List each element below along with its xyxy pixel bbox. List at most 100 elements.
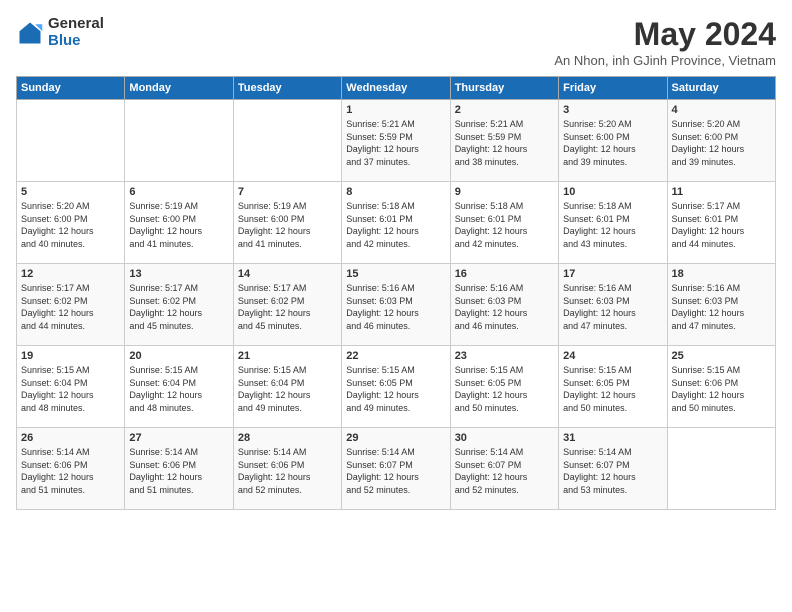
calendar-cell: 1 Sunrise: 5:21 AM Sunset: 5:59 PM Daylig… bbox=[342, 100, 450, 182]
day-number: 18 bbox=[672, 268, 771, 280]
header-friday: Friday bbox=[559, 77, 667, 100]
header-thursday: Thursday bbox=[450, 77, 558, 100]
day-number: 25 bbox=[672, 350, 771, 362]
calendar-row-4: 19 Sunrise: 5:15 AM Sunset: 6:04 PM Dayli… bbox=[17, 346, 776, 428]
day-number: 29 bbox=[346, 432, 445, 444]
calendar-cell: 30 Sunrise: 5:14 AM Sunset: 6:07 PM Dayli… bbox=[450, 428, 558, 510]
calendar-cell: 2Sunrise: 5:21 AM Sunset: 5:59 PM Daylig… bbox=[450, 100, 558, 182]
calendar-row-3: 12 Sunrise: 5:17 AM Sunset: 6:02 PM Dayli… bbox=[17, 264, 776, 346]
logo-general: General bbox=[48, 16, 104, 33]
day-number: 22 bbox=[346, 350, 445, 362]
header-sunday: Sunday bbox=[17, 77, 125, 100]
calendar-cell: 28 Sunrise: 5:14 AM Sunset: 6:06 PM Dayli… bbox=[233, 428, 341, 510]
calendar-cell: 29 Sunrise: 5:14 AM Sunset: 6:07 PM Dayli… bbox=[342, 428, 450, 510]
calendar-cell: 16 Sunrise: 5:16 AM Sunset: 6:03 PM Dayli… bbox=[450, 264, 558, 346]
logo-text: General Blue bbox=[48, 16, 104, 49]
calendar-cell: 3 Sunrise: 5:20 AM Sunset: 6:00 PM Daylig… bbox=[559, 100, 667, 182]
calendar-subtitle: An Nhon, inh GJinh Province, Vietnam bbox=[554, 53, 776, 68]
calendar-cell: 25 Sunrise: 5:15 AM Sunset: 6:06 PM Dayli… bbox=[667, 346, 775, 428]
calendar-cell: 17Sunrise: 5:16 AM Sunset: 6:03 PM Dayli… bbox=[559, 264, 667, 346]
day-number: 6 bbox=[129, 186, 228, 198]
day-info: Sunrise: 5:19 AM Sunset: 6:00 PM Dayligh… bbox=[129, 200, 228, 250]
calendar-cell: 19 Sunrise: 5:15 AM Sunset: 6:04 PM Dayli… bbox=[17, 346, 125, 428]
day-info: Sunrise: 5:15 AM Sunset: 6:04 PM Dayligh… bbox=[238, 364, 337, 414]
day-info: Sunrise: 5:17 AM Sunset: 6:01 PM Dayligh… bbox=[672, 200, 771, 250]
day-number: 9 bbox=[455, 186, 554, 198]
day-number: 15 bbox=[346, 268, 445, 280]
day-info: Sunrise: 5:14 AM Sunset: 6:07 PM Dayligh… bbox=[563, 446, 662, 496]
day-number: 4 bbox=[672, 104, 771, 116]
calendar-cell: 4Sunrise: 5:20 AM Sunset: 6:00 PM Daylig… bbox=[667, 100, 775, 182]
day-info: Sunrise: 5:14 AM Sunset: 6:06 PM Dayligh… bbox=[129, 446, 228, 496]
day-number: 1 bbox=[346, 104, 445, 116]
day-info: Sunrise: 5:14 AM Sunset: 6:06 PM Dayligh… bbox=[21, 446, 120, 496]
day-number: 16 bbox=[455, 268, 554, 280]
day-info: Sunrise: 5:15 AM Sunset: 6:04 PM Dayligh… bbox=[21, 364, 120, 414]
day-info: Sunrise: 5:18 AM Sunset: 6:01 PM Dayligh… bbox=[455, 200, 554, 250]
calendar-row-2: 5Sunrise: 5:20 AM Sunset: 6:00 PM Daylig… bbox=[17, 182, 776, 264]
calendar-cell bbox=[17, 100, 125, 182]
day-info: Sunrise: 5:15 AM Sunset: 6:05 PM Dayligh… bbox=[346, 364, 445, 414]
calendar-cell: 24 Sunrise: 5:15 AM Sunset: 6:05 PM Dayli… bbox=[559, 346, 667, 428]
calendar-cell: 11 Sunrise: 5:17 AM Sunset: 6:01 PM Dayli… bbox=[667, 182, 775, 264]
calendar-cell: 10 Sunrise: 5:18 AM Sunset: 6:01 PM Dayli… bbox=[559, 182, 667, 264]
day-number: 24 bbox=[563, 350, 662, 362]
day-number: 3 bbox=[563, 104, 662, 116]
calendar-cell: 7 Sunrise: 5:19 AM Sunset: 6:00 PM Daylig… bbox=[233, 182, 341, 264]
calendar-cell: 6 Sunrise: 5:19 AM Sunset: 6:00 PM Daylig… bbox=[125, 182, 233, 264]
day-info: Sunrise: 5:18 AM Sunset: 6:01 PM Dayligh… bbox=[563, 200, 662, 250]
day-info: Sunrise: 5:15 AM Sunset: 6:04 PM Dayligh… bbox=[129, 364, 228, 414]
day-number: 27 bbox=[129, 432, 228, 444]
header-monday: Monday bbox=[125, 77, 233, 100]
logo-icon bbox=[16, 19, 44, 47]
calendar-cell bbox=[125, 100, 233, 182]
day-number: 8 bbox=[346, 186, 445, 198]
day-info: Sunrise: 5:16 AM Sunset: 6:03 PM Dayligh… bbox=[672, 282, 771, 332]
day-info: Sunrise: 5:14 AM Sunset: 6:06 PM Dayligh… bbox=[238, 446, 337, 496]
calendar-cell bbox=[233, 100, 341, 182]
calendar-cell bbox=[667, 428, 775, 510]
day-info: Sunrise: 5:16 AM Sunset: 6:03 PM Dayligh… bbox=[563, 282, 662, 332]
day-info: Sunrise: 5:19 AM Sunset: 6:00 PM Dayligh… bbox=[238, 200, 337, 250]
day-info: Sunrise: 5:16 AM Sunset: 6:03 PM Dayligh… bbox=[455, 282, 554, 332]
day-info: Sunrise: 5:15 AM Sunset: 6:06 PM Dayligh… bbox=[672, 364, 771, 414]
day-number: 10 bbox=[563, 186, 662, 198]
logo: General Blue bbox=[16, 16, 104, 49]
day-info: Sunrise: 5:17 AM Sunset: 6:02 PM Dayligh… bbox=[238, 282, 337, 332]
day-number: 30 bbox=[455, 432, 554, 444]
day-info: Sunrise: 5:17 AM Sunset: 6:02 PM Dayligh… bbox=[129, 282, 228, 332]
day-number: 13 bbox=[129, 268, 228, 280]
day-number: 20 bbox=[129, 350, 228, 362]
day-number: 26 bbox=[21, 432, 120, 444]
header-saturday: Saturday bbox=[667, 77, 775, 100]
calendar-cell: 23Sunrise: 5:15 AM Sunset: 6:05 PM Dayli… bbox=[450, 346, 558, 428]
day-number: 19 bbox=[21, 350, 120, 362]
day-info: Sunrise: 5:15 AM Sunset: 6:05 PM Dayligh… bbox=[563, 364, 662, 414]
calendar-cell: 14 Sunrise: 5:17 AM Sunset: 6:02 PM Dayli… bbox=[233, 264, 341, 346]
calendar-cell: 27 Sunrise: 5:14 AM Sunset: 6:06 PM Dayli… bbox=[125, 428, 233, 510]
day-number: 12 bbox=[21, 268, 120, 280]
header-row: Sunday Monday Tuesday Wednesday Thursday… bbox=[17, 77, 776, 100]
calendar-cell: 20 Sunrise: 5:15 AM Sunset: 6:04 PM Dayli… bbox=[125, 346, 233, 428]
calendar-cell: 8 Sunrise: 5:18 AM Sunset: 6:01 PM Daylig… bbox=[342, 182, 450, 264]
calendar-cell: 15Sunrise: 5:16 AM Sunset: 6:03 PM Dayli… bbox=[342, 264, 450, 346]
calendar-cell: 5Sunrise: 5:20 AM Sunset: 6:00 PM Daylig… bbox=[17, 182, 125, 264]
calendar-cell: 26 Sunrise: 5:14 AM Sunset: 6:06 PM Dayli… bbox=[17, 428, 125, 510]
header-wednesday: Wednesday bbox=[342, 77, 450, 100]
page-header: General Blue May 2024 An Nhon, inh GJinh… bbox=[16, 16, 776, 68]
day-info: Sunrise: 5:20 AM Sunset: 6:00 PM Dayligh… bbox=[563, 118, 662, 168]
calendar-row-1: 1 Sunrise: 5:21 AM Sunset: 5:59 PM Daylig… bbox=[17, 100, 776, 182]
calendar-cell: 22 Sunrise: 5:15 AM Sunset: 6:05 PM Dayli… bbox=[342, 346, 450, 428]
day-info: Sunrise: 5:20 AM Sunset: 6:00 PM Dayligh… bbox=[21, 200, 120, 250]
calendar-cell: 18 Sunrise: 5:16 AM Sunset: 6:03 PM Dayli… bbox=[667, 264, 775, 346]
day-info: Sunrise: 5:18 AM Sunset: 6:01 PM Dayligh… bbox=[346, 200, 445, 250]
day-info: Sunrise: 5:14 AM Sunset: 6:07 PM Dayligh… bbox=[455, 446, 554, 496]
day-info: Sunrise: 5:14 AM Sunset: 6:07 PM Dayligh… bbox=[346, 446, 445, 496]
day-number: 11 bbox=[672, 186, 771, 198]
day-info: Sunrise: 5:21 AM Sunset: 5:59 PM Dayligh… bbox=[346, 118, 445, 168]
day-number: 28 bbox=[238, 432, 337, 444]
calendar-title: May 2024 bbox=[554, 16, 776, 53]
day-info: Sunrise: 5:17 AM Sunset: 6:02 PM Dayligh… bbox=[21, 282, 120, 332]
day-number: 7 bbox=[238, 186, 337, 198]
day-number: 14 bbox=[238, 268, 337, 280]
